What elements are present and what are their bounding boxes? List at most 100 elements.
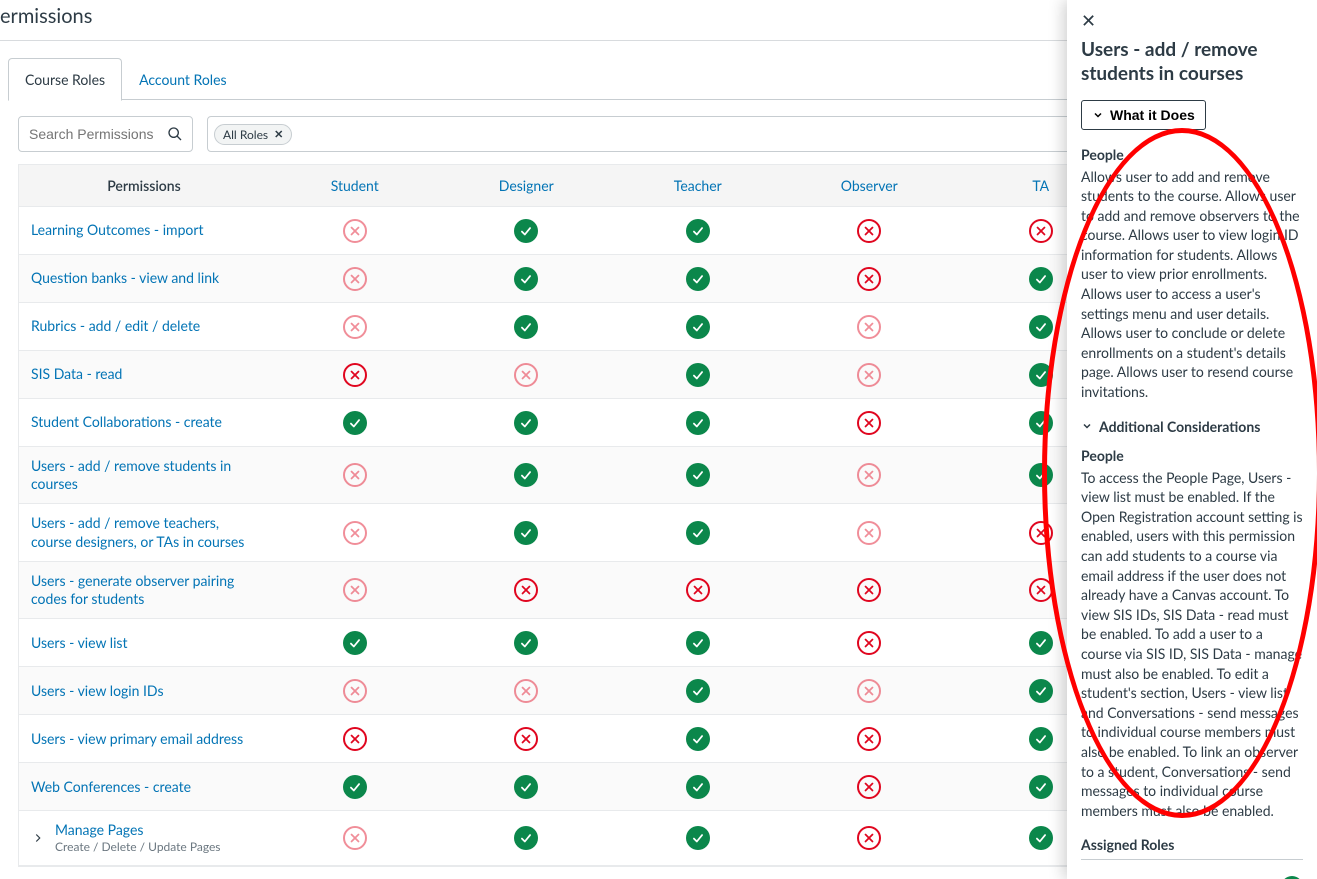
permission-label[interactable]: Users - add / remove students in courses — [19, 447, 269, 503]
permission-cell[interactable] — [269, 671, 441, 711]
permission-cell[interactable] — [612, 307, 784, 347]
check-icon[interactable] — [1029, 463, 1053, 487]
permission-cell[interactable] — [441, 671, 613, 711]
permission-cell[interactable] — [612, 671, 784, 711]
check-icon[interactable] — [514, 267, 538, 291]
x-icon[interactable] — [514, 679, 538, 703]
permission-cell[interactable] — [612, 818, 784, 858]
permission-cell[interactable] — [441, 818, 613, 858]
permission-cell[interactable] — [612, 259, 784, 299]
permission-cell[interactable] — [784, 570, 956, 610]
permission-cell[interactable] — [441, 570, 613, 610]
x-icon[interactable] — [1029, 521, 1053, 545]
permission-cell[interactable] — [612, 211, 784, 251]
permission-cell[interactable] — [269, 513, 441, 553]
check-icon[interactable] — [686, 267, 710, 291]
check-icon[interactable] — [343, 411, 367, 435]
tab-account-roles[interactable]: Account Roles — [122, 58, 243, 101]
check-icon[interactable] — [686, 411, 710, 435]
check-icon[interactable] — [1029, 775, 1053, 799]
permission-cell[interactable] — [784, 355, 956, 395]
check-icon[interactable] — [686, 775, 710, 799]
x-icon[interactable] — [343, 219, 367, 243]
permission-cell[interactable] — [784, 719, 956, 759]
x-icon[interactable] — [857, 631, 881, 655]
x-icon[interactable] — [343, 315, 367, 339]
check-icon[interactable] — [686, 463, 710, 487]
permission-cell[interactable] — [441, 211, 613, 251]
check-icon[interactable] — [514, 315, 538, 339]
permission-cell[interactable] — [612, 355, 784, 395]
permission-cell[interactable] — [612, 719, 784, 759]
permission-cell[interactable] — [441, 513, 613, 553]
check-icon[interactable] — [514, 631, 538, 655]
check-icon[interactable] — [514, 463, 538, 487]
permission-label[interactable]: Users - generate observer pairing codes … — [19, 562, 269, 618]
x-icon[interactable] — [343, 578, 367, 602]
permission-label[interactable]: Question banks - view and link — [19, 259, 269, 297]
x-icon[interactable] — [343, 521, 367, 545]
check-icon[interactable] — [686, 521, 710, 545]
column-role-designer[interactable]: Designer — [441, 165, 613, 206]
permission-cell[interactable] — [784, 623, 956, 663]
permission-cell[interactable] — [784, 513, 956, 553]
x-icon[interactable] — [686, 578, 710, 602]
permission-cell[interactable] — [269, 570, 441, 610]
permission-cell[interactable] — [441, 623, 613, 663]
check-icon[interactable] — [1029, 679, 1053, 703]
check-icon[interactable] — [686, 219, 710, 243]
close-icon[interactable]: ✕ — [1081, 12, 1096, 30]
x-icon[interactable] — [1029, 578, 1053, 602]
permission-cell[interactable] — [612, 767, 784, 807]
check-icon[interactable] — [686, 727, 710, 751]
permission-cell[interactable] — [441, 307, 613, 347]
x-icon[interactable] — [857, 363, 881, 387]
check-icon[interactable] — [1029, 727, 1053, 751]
permission-cell[interactable] — [441, 403, 613, 443]
permission-cell[interactable] — [269, 403, 441, 443]
permission-cell[interactable] — [441, 355, 613, 395]
permission-cell[interactable] — [441, 767, 613, 807]
x-icon[interactable] — [857, 775, 881, 799]
x-icon[interactable] — [343, 463, 367, 487]
permission-label[interactable]: Rubrics - add / edit / delete — [19, 307, 269, 345]
check-icon[interactable] — [1029, 363, 1053, 387]
x-icon[interactable] — [857, 411, 881, 435]
check-icon[interactable] — [514, 521, 538, 545]
permission-cell[interactable] — [612, 455, 784, 495]
permission-cell[interactable] — [612, 513, 784, 553]
permission-label[interactable]: SIS Data - read — [19, 355, 269, 393]
additional-considerations-toggle[interactable]: Additional Considerations — [1081, 418, 1303, 435]
tab-course-roles[interactable]: Course Roles — [8, 58, 122, 101]
x-icon[interactable] — [857, 826, 881, 850]
what-it-does-toggle[interactable]: What it Does — [1081, 100, 1206, 130]
permission-cell[interactable] — [269, 307, 441, 347]
permission-label[interactable]: Student Collaborations - create — [19, 403, 269, 441]
x-icon[interactable] — [343, 679, 367, 703]
x-icon[interactable] — [857, 315, 881, 339]
check-icon[interactable] — [343, 775, 367, 799]
permission-label[interactable]: Web Conferences - create — [19, 768, 269, 806]
permission-label[interactable]: Users - view login IDs — [19, 672, 269, 710]
permission-cell[interactable] — [441, 719, 613, 759]
check-icon[interactable] — [1029, 826, 1053, 850]
x-icon[interactable] — [343, 363, 367, 387]
x-icon[interactable] — [514, 727, 538, 751]
check-icon[interactable] — [686, 363, 710, 387]
permission-cell[interactable] — [269, 259, 441, 299]
permission-cell[interactable] — [784, 767, 956, 807]
x-icon[interactable] — [343, 267, 367, 291]
x-icon[interactable] — [514, 578, 538, 602]
permission-cell[interactable] — [612, 623, 784, 663]
permission-cell[interactable] — [612, 570, 784, 610]
permission-label[interactable]: Manage PagesCreate / Delete / Update Pag… — [19, 811, 269, 865]
permission-cell[interactable] — [269, 767, 441, 807]
permission-cell[interactable] — [441, 259, 613, 299]
permission-cell[interactable] — [612, 403, 784, 443]
check-icon[interactable] — [343, 631, 367, 655]
check-icon[interactable] — [1029, 411, 1053, 435]
permission-cell[interactable] — [784, 403, 956, 443]
x-icon[interactable] — [857, 463, 881, 487]
check-icon[interactable] — [514, 826, 538, 850]
x-icon[interactable] — [343, 826, 367, 850]
